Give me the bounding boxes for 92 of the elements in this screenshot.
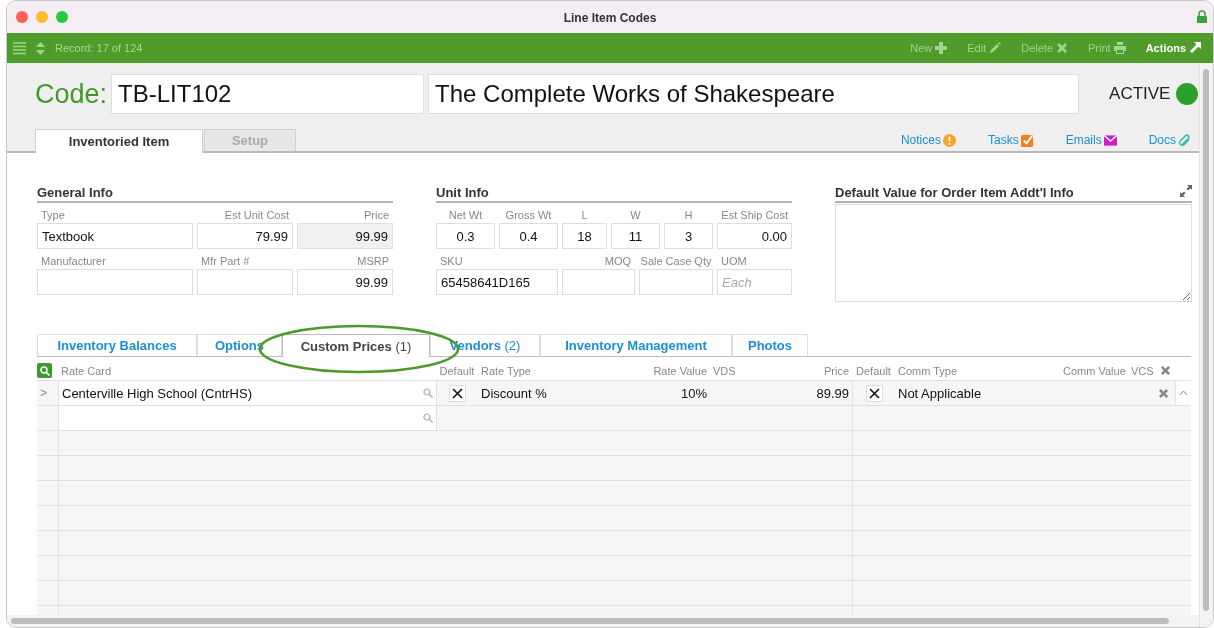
record-counter: Record: 17 of 124	[55, 42, 143, 54]
field-label: H	[684, 209, 693, 221]
field-label: Mfr Part #	[201, 255, 250, 267]
paperclip-icon	[1178, 133, 1191, 147]
column-header: Default	[856, 364, 891, 377]
input-field[interactable]	[639, 269, 713, 295]
field-label: Net Wt	[448, 209, 483, 221]
column-header: Rate Value	[653, 364, 707, 377]
input-field[interactable]: 0.4	[499, 223, 558, 249]
envelope-icon	[1103, 133, 1117, 147]
cross-mark-icon	[868, 387, 880, 399]
input-field[interactable]: 99.99	[297, 223, 393, 249]
input-field[interactable]: 0.00	[717, 223, 792, 249]
row-marker: >	[40, 386, 47, 400]
up-down-arrows-icon[interactable]	[34, 41, 47, 55]
table-cell: Not Applicable	[898, 385, 982, 401]
input-field[interactable]	[58, 406, 436, 430]
search-icon[interactable]	[423, 413, 433, 423]
field-label: Price	[363, 209, 389, 221]
input-field[interactable]: 18	[562, 223, 607, 249]
status-label: ACTIVE	[1109, 84, 1171, 104]
scrollbar-thumb[interactable]	[1203, 69, 1209, 611]
tab[interactable]: Inventory Management	[540, 334, 732, 356]
section-title: General Info	[37, 185, 113, 200]
input-field[interactable]	[197, 269, 293, 295]
table-cell: Discount %	[481, 385, 547, 401]
plus-icon	[935, 42, 948, 54]
column-header: VDS	[713, 364, 736, 377]
menu-icon[interactable]	[13, 41, 26, 55]
input-field[interactable]	[37, 269, 193, 295]
expand-icon[interactable]	[1180, 185, 1192, 197]
field-label: SKU	[440, 255, 463, 267]
tab[interactable]: Inventoried Item	[35, 129, 203, 153]
input-field[interactable]: Textbook	[37, 223, 193, 249]
code-field[interactable]: TB-LIT102	[111, 74, 425, 114]
field-label: L	[581, 209, 588, 221]
code-label: Code:	[35, 78, 108, 110]
arrow-icon	[1189, 42, 1201, 54]
table-cell: Centerville High School (CntrHS)	[62, 385, 252, 401]
checkbox-icon	[1020, 133, 1034, 147]
column-header: Default	[439, 364, 475, 377]
input-field[interactable]	[562, 269, 635, 295]
search-button[interactable]	[37, 363, 52, 378]
close-button[interactable]	[16, 11, 28, 23]
minimize-button[interactable]	[36, 11, 48, 23]
column-header: Comm Type	[898, 364, 958, 377]
column-header: VCS	[1131, 364, 1154, 377]
field-label: Gross Wt	[505, 209, 552, 221]
tab[interactable]: Inventory Balances	[37, 334, 197, 356]
notes-field[interactable]	[835, 204, 1192, 302]
table-cell: 10%	[680, 385, 707, 401]
field-label: Est Unit Cost	[224, 209, 289, 221]
zoom-button[interactable]	[56, 11, 68, 23]
column-header: Price	[823, 364, 849, 377]
search-icon[interactable]	[423, 388, 433, 398]
field-label: MOQ	[604, 255, 631, 267]
caret-up-icon[interactable]	[1179, 390, 1188, 396]
description-field[interactable]: The Complete Works of Shakespeare	[428, 74, 1080, 114]
field-label: W	[630, 209, 641, 221]
field-label: MSRP	[357, 255, 389, 267]
input-field[interactable]: 65458641D165	[436, 269, 558, 295]
checkbox[interactable]	[865, 384, 883, 402]
column-header: Rate Type	[481, 364, 531, 377]
tab[interactable]: Photos	[732, 334, 808, 356]
cross-mark-icon	[452, 387, 463, 399]
field-label: Est Ship Cost	[721, 209, 788, 221]
scrollbar-thumb[interactable]	[11, 618, 1169, 624]
table-cell: 89.99	[816, 385, 849, 401]
printer-icon	[1113, 42, 1126, 54]
field-label: Manufacturer	[41, 255, 106, 267]
delete-icon[interactable]	[1158, 387, 1169, 399]
input-field[interactable]: 3	[664, 223, 713, 249]
exclamation-icon	[942, 133, 956, 147]
window-title: Line Item Codes	[563, 11, 657, 25]
field-label: Type	[41, 209, 65, 221]
input-field[interactable]: 99.99	[297, 269, 393, 295]
input-field[interactable]: Each	[717, 269, 792, 295]
input-field[interactable]: 0.3	[436, 223, 495, 249]
lock-icon	[1197, 10, 1207, 23]
input-field[interactable]: 11	[611, 223, 660, 249]
input-field[interactable]: 79.99	[197, 223, 293, 249]
cross-icon	[1056, 42, 1069, 54]
column-header: Comm Value	[1063, 364, 1126, 377]
column-header: Rate Card	[61, 364, 112, 377]
field-label: UOM	[721, 255, 747, 267]
tab[interactable]: Custom Prices (1)	[282, 334, 430, 357]
checkbox[interactable]	[449, 384, 466, 402]
field-label: Sale Case Qty	[640, 255, 712, 267]
section-title: Unit Info	[436, 185, 489, 200]
section-title: Default Value for Order Item Addt'l Info	[835, 185, 1074, 200]
pencil-icon	[989, 42, 1002, 54]
delete-icon[interactable]	[1159, 365, 1171, 376]
